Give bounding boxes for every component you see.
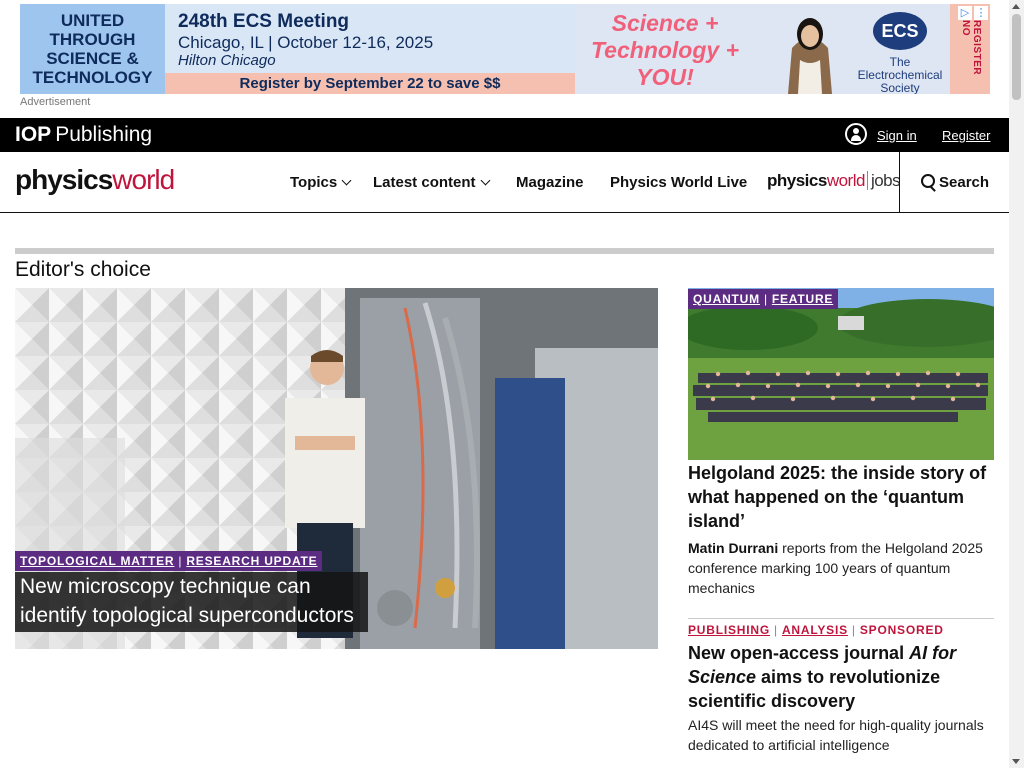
ad-close-icon[interactable]: ⋮ xyxy=(974,6,988,20)
search-icon xyxy=(921,174,935,188)
iop-logo-rest: Publishing xyxy=(55,123,153,146)
chevron-down-icon xyxy=(480,175,490,186)
ad-meeting-location: Chicago, IL | October 12-16, 2025 xyxy=(178,33,434,52)
section-divider xyxy=(15,248,994,254)
scroll-thumb[interactable] xyxy=(1012,14,1021,100)
register-link[interactable]: Register xyxy=(942,128,990,143)
ad-meeting-title: 248th ECS Meeting xyxy=(178,11,350,32)
advertisement-label: Advertisement xyxy=(20,96,91,108)
article-ai4s-title-pre: New open-access journal xyxy=(688,643,910,663)
nav-latest-label: Latest content xyxy=(373,174,476,191)
ad-slogan-right: Science + Technology + YOU! xyxy=(565,10,765,91)
jobs-logo-jobs: jobs xyxy=(866,171,901,190)
article-helgoland-title[interactable]: Helgoland 2025: the inside story of what… xyxy=(688,461,988,533)
ad-slogan-left: UNITED THROUGH SCIENCE & TECHNOLOGY xyxy=(20,4,165,94)
user-icon[interactable] xyxy=(845,123,867,145)
ad-controls[interactable]: ▷ ⋮ xyxy=(958,6,988,20)
ecs-logo-icon: ECS xyxy=(873,12,927,50)
iop-publishing-logo[interactable]: IOP Publishing xyxy=(15,123,152,147)
tag-sponsored: SPONSORED xyxy=(859,623,944,637)
physics-world-logo[interactable]: physicsworld xyxy=(15,164,175,196)
physics-world-jobs-logo[interactable]: physicsworld jobs xyxy=(767,171,901,191)
tag-separator: | xyxy=(763,292,768,306)
ad-meeting-info: 248th ECS Meeting Chicago, IL | October … xyxy=(165,4,575,94)
search-button[interactable]: Search xyxy=(899,152,1010,212)
jobs-logo-physics: physics xyxy=(767,171,827,190)
article-ai4s-summary: AI4S will meet the need for high-quality… xyxy=(688,717,984,753)
chevron-down-icon xyxy=(341,175,352,186)
ad-person-image xyxy=(770,8,850,94)
sign-in-link[interactable]: Sign in xyxy=(877,128,917,143)
nav-topics-label: Topics xyxy=(290,174,338,191)
article-helgoland-summary: Matin Durrani reports from the Helgoland… xyxy=(688,538,988,598)
article-author[interactable]: Matin Durrani xyxy=(688,540,778,556)
section-title: Editor's choice xyxy=(15,258,151,281)
logo-world: world xyxy=(112,164,175,195)
nav-magazine[interactable]: Magazine xyxy=(516,174,584,191)
tag-feature[interactable]: FEATURE xyxy=(772,292,833,306)
ad-slogan-line: YOU! xyxy=(636,64,694,90)
search-label: Search xyxy=(939,174,990,191)
nav-latest-content[interactable]: Latest content xyxy=(373,174,490,191)
ad-register-cta[interactable]: Register by September 22 to save $$ xyxy=(165,73,575,94)
main-navigation: physicsworld Topics Latest content Magaz… xyxy=(0,152,1009,213)
nav-physics-world-live[interactable]: Physics World Live xyxy=(610,174,747,191)
nav-topics[interactable]: Topics xyxy=(290,174,352,191)
ad-side-text: REGISTER NO xyxy=(960,20,982,76)
article-ai4s-title[interactable]: New open-access journal AI for Science a… xyxy=(688,641,994,713)
adchoices-icon[interactable]: ▷ xyxy=(958,6,972,20)
article-divider xyxy=(688,618,994,619)
hero-article-title[interactable]: New microscopy technique can identify to… xyxy=(15,572,368,632)
ad-slogan-line: Science + xyxy=(611,10,719,36)
ecs-name-line: Society xyxy=(880,81,920,95)
page-scrollbar[interactable] xyxy=(1009,0,1024,768)
scroll-up-icon[interactable] xyxy=(1012,4,1020,9)
logo-physics: physics xyxy=(15,164,113,195)
ad-ecs-logo: ECS The Electrochemical Society xyxy=(850,12,950,94)
tag-separator: | xyxy=(774,623,778,637)
tag-separator: | xyxy=(851,623,856,637)
article-helgoland-image[interactable] xyxy=(688,288,994,460)
hero-tags: TOPOLOGICAL MATTER | RESEARCH UPDATE xyxy=(15,551,323,571)
article-helgoland-tags: QUANTUM | FEATURE xyxy=(688,289,839,309)
tag-publishing[interactable]: PUBLISHING xyxy=(688,623,770,637)
scroll-down-icon[interactable] xyxy=(1012,759,1020,764)
article-ai4s-tags: PUBLISHING | ANALYSIS | SPONSORED xyxy=(688,623,944,637)
tag-research-update[interactable]: RESEARCH UPDATE xyxy=(186,554,317,568)
jobs-logo-world: world xyxy=(826,171,866,190)
tag-topological-matter[interactable]: TOPOLOGICAL MATTER xyxy=(20,554,174,568)
advertisement-banner[interactable]: UNITED THROUGH SCIENCE & TECHNOLOGY 248t… xyxy=(20,4,990,94)
tag-quantum[interactable]: QUANTUM xyxy=(693,292,760,306)
tag-analysis[interactable]: ANALYSIS xyxy=(782,623,848,637)
ad-slogan-line: Technology + xyxy=(590,37,740,63)
iop-publishing-bar: IOP Publishing Sign in Register xyxy=(0,118,1009,152)
iop-logo-bold: IOP xyxy=(15,123,52,146)
tag-separator: | xyxy=(178,554,183,568)
ad-meeting-venue: Hilton Chicago xyxy=(178,52,276,69)
